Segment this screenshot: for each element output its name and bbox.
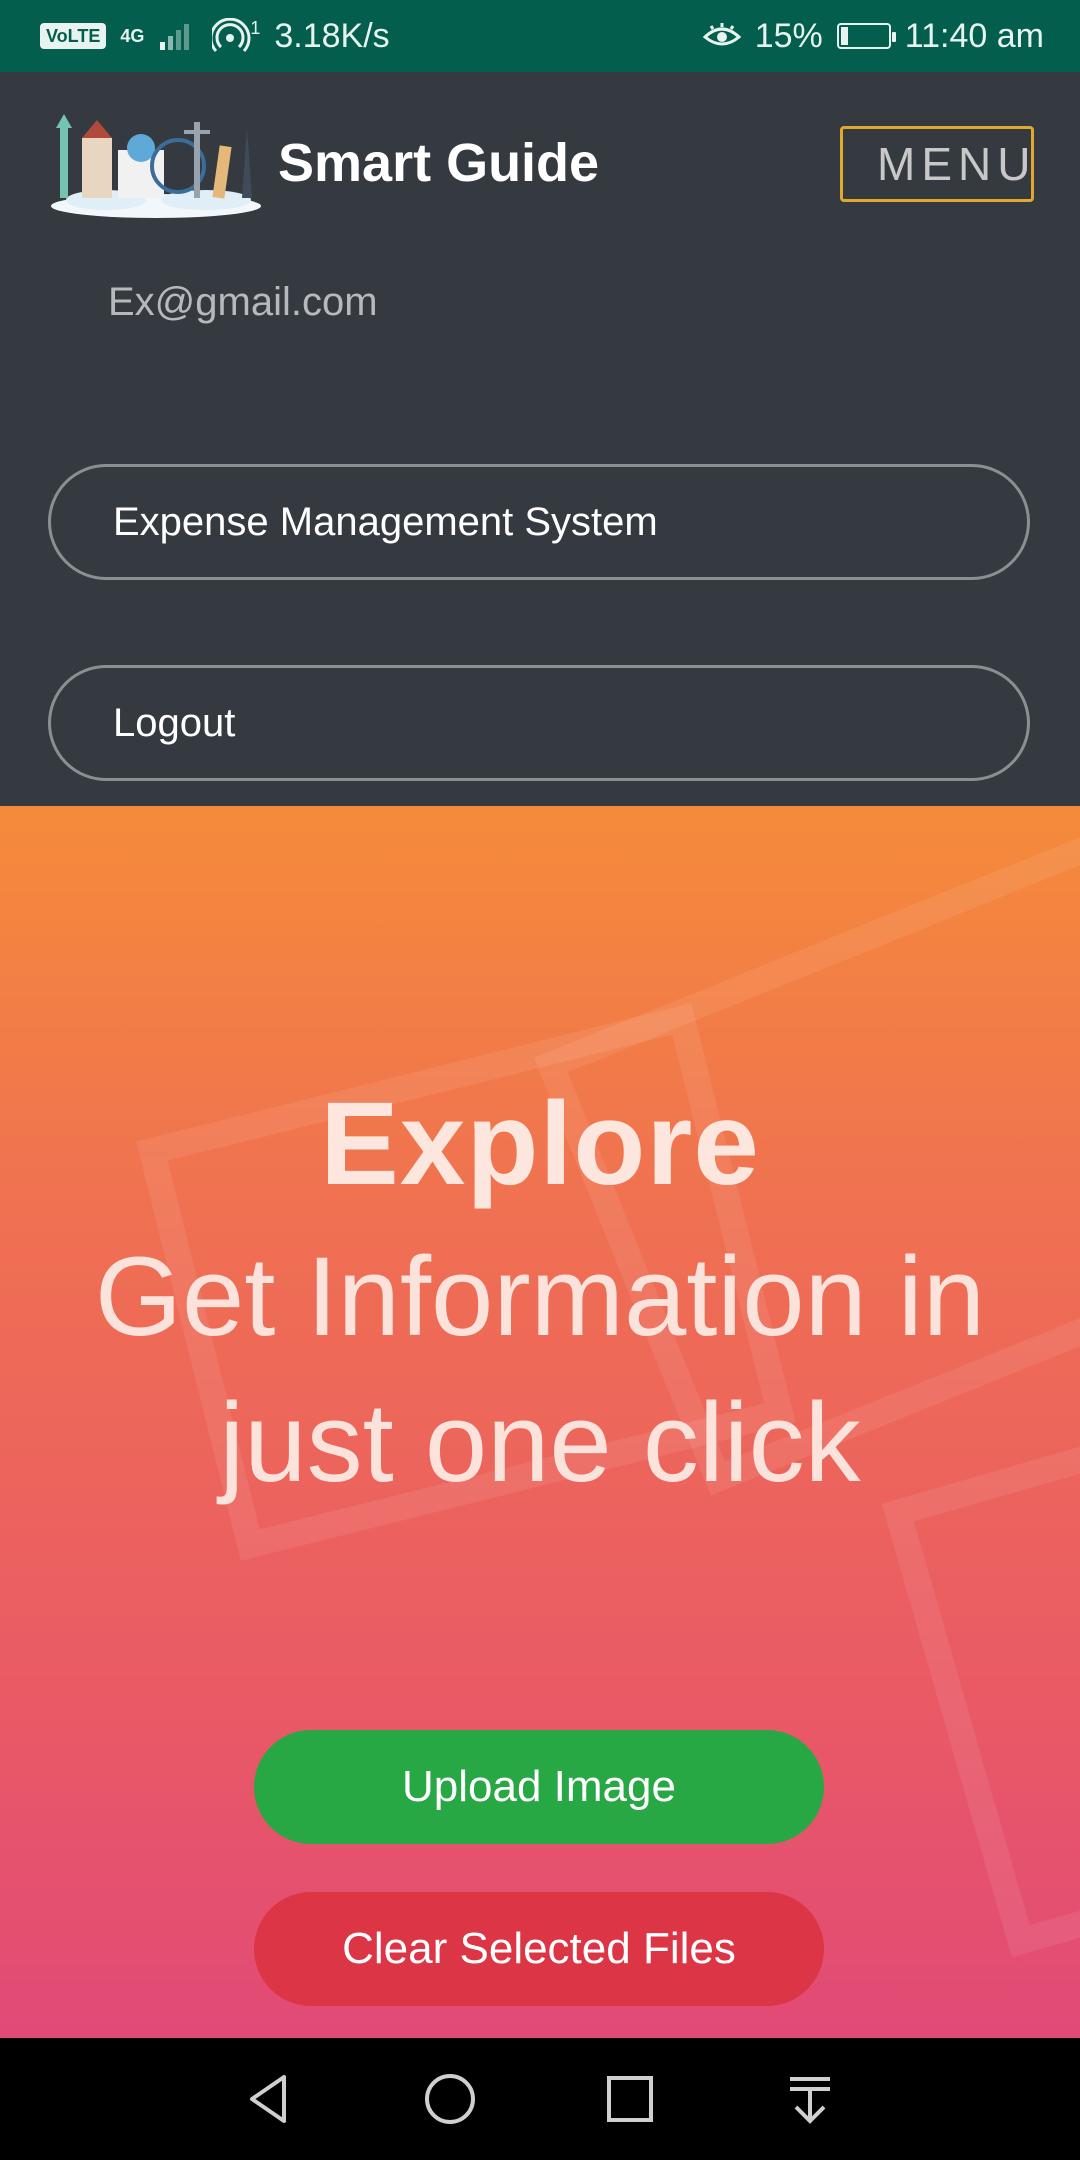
hero-subtitle: Get Information in just one click (94, 1234, 986, 1505)
battery-icon (836, 23, 896, 49)
notification-pull-down-icon[interactable] (780, 2069, 840, 2129)
clock: 11:40 am (904, 16, 1044, 55)
status-bar: VoLTE 4G 1 3.18K/s 15% 11:40 am (0, 0, 1080, 72)
system-nav-bar (0, 2038, 1080, 2160)
recent-apps-icon[interactable] (600, 2069, 660, 2129)
hero-title: Explore (320, 1078, 760, 1210)
home-icon[interactable] (420, 2069, 480, 2129)
menu-toggle-button[interactable]: MENU (840, 126, 1034, 202)
hotspot-count: 1 (250, 17, 261, 38)
clear-selected-files-button[interactable]: Clear Selected Files (254, 1892, 824, 2006)
nav-item-logout[interactable]: Logout (48, 665, 1030, 781)
signal-icon (160, 24, 190, 50)
network-speed: 3.18K/s (274, 16, 390, 55)
status-bar-left: VoLTE 4G 1 3.18K/s (40, 17, 390, 56)
hero-section: Explore Get Information in just one clic… (0, 806, 1080, 2038)
battery-percent: 15% (754, 16, 823, 55)
hotspot-icon (212, 18, 251, 53)
eye-comfort-icon (702, 23, 741, 46)
battery-level (840, 27, 848, 45)
back-icon[interactable] (240, 2069, 300, 2129)
nav-item-expense-management[interactable]: Expense Management System (48, 464, 1030, 580)
volte-icon: VoLTE (40, 23, 107, 49)
brand[interactable]: Smart Guide (46, 108, 599, 218)
status-bar-right: 15% 11:40 am (702, 16, 1044, 56)
navbar: Smart Guide MENU Ex@gmail.com Expense Ma… (0, 72, 1080, 806)
landmarks-logo-icon (51, 114, 261, 218)
network-type: 4G (120, 26, 145, 46)
upload-image-button[interactable]: Upload Image (254, 1730, 824, 1844)
user-email: Ex@gmail.com (108, 280, 378, 324)
brand-name: Smart Guide (278, 133, 600, 193)
